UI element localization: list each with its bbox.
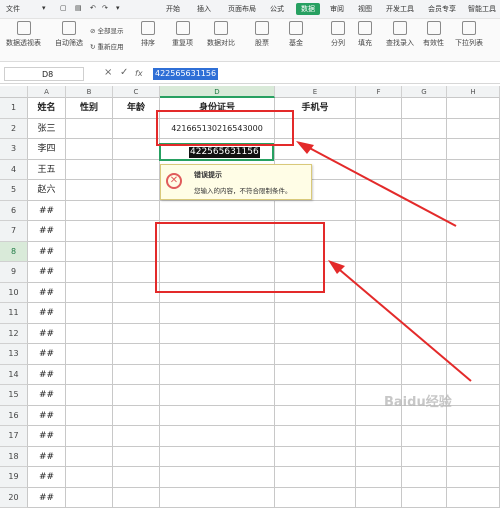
table-cell[interactable] [356,488,402,508]
table-cell[interactable] [447,488,500,508]
table-cell[interactable] [447,467,500,488]
annotation-arrow-bottom [334,265,471,381]
table-cell[interactable] [113,488,160,508]
annotation-arrow-top [302,144,456,226]
table-cell[interactable] [160,467,275,488]
table-cell[interactable]: ## [28,467,66,488]
table-cell[interactable] [66,467,113,488]
table-cell[interactable]: ## [28,447,66,468]
table-cell[interactable] [275,447,356,468]
table-cell[interactable] [447,447,500,468]
row-header[interactable]: 19 [0,467,28,488]
table-cell[interactable] [160,488,275,508]
table-cell[interactable] [402,467,447,488]
table-cell[interactable] [113,467,160,488]
table-cell[interactable] [275,467,356,488]
row-header[interactable]: 20 [0,488,28,508]
table-cell[interactable] [275,488,356,508]
table-cell[interactable] [356,447,402,468]
table-cell[interactable] [402,447,447,468]
watermark: Baidu经验 [384,391,452,410]
annotation-arrows [0,0,500,433]
annotation-arrowhead-top [296,141,314,154]
table-cell[interactable] [113,447,160,468]
table-cell[interactable]: ## [28,488,66,508]
table-cell[interactable] [160,447,275,468]
row-header[interactable]: 18 [0,447,28,468]
table-cell[interactable] [66,488,113,508]
table-cell[interactable] [402,488,447,508]
table-cell[interactable] [356,467,402,488]
table-cell[interactable] [66,447,113,468]
